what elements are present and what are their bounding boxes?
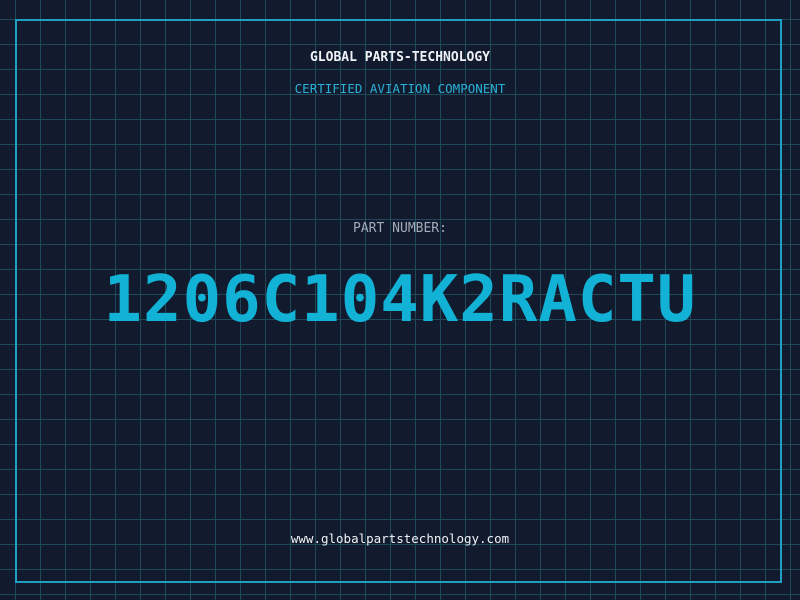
part-number-value: 1206C104K2RACTU [103,263,697,337]
certificate-page: GLOBAL PARTS-TECHNOLOGY CERTIFIED AVIATI… [0,0,800,600]
company-name: GLOBAL PARTS-TECHNOLOGY [309,50,490,65]
part-number-label: PART NUMBER: [353,221,447,236]
certification-subtitle: CERTIFIED AVIATION COMPONENT [294,81,506,96]
website-url: www.globalpartstechnology.com [290,531,510,546]
